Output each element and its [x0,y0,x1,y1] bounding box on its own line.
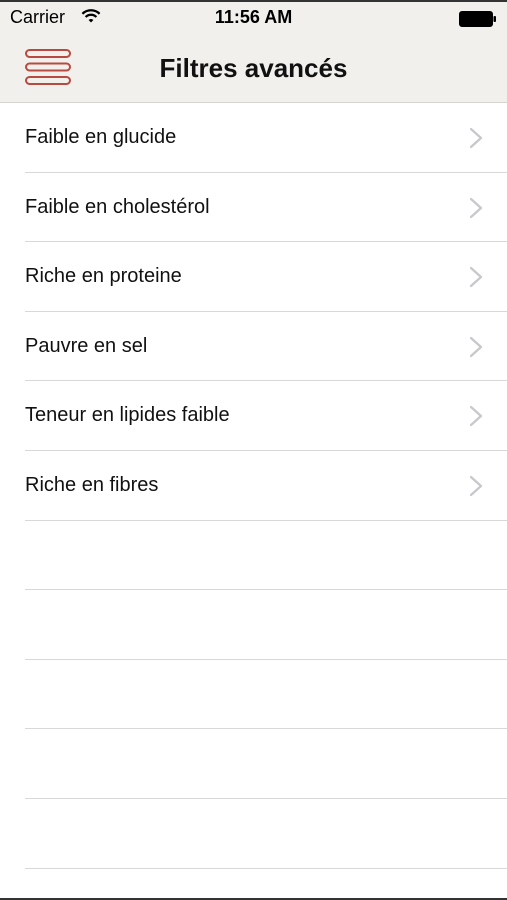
filter-item-label: Faible en cholestérol [25,195,210,218]
filter-item-label: Teneur en lipides faible [25,404,230,427]
empty-row [0,660,507,730]
battery-icon [459,11,496,27]
filter-item-high-protein[interactable]: Riche en proteine [0,242,507,312]
chevron-right-icon [469,406,483,427]
filter-item-low-salt[interactable]: Pauvre en sel [0,312,507,382]
empty-row [0,521,507,591]
filter-item-label: Pauvre en sel [25,334,148,357]
chevron-right-icon [469,127,483,149]
filter-item-label: Riche en fibres [25,473,159,496]
chevron-right-icon [469,267,483,288]
empty-row [0,729,507,799]
filter-item-low-carb[interactable]: Faible en glucide [0,103,507,173]
filter-item-low-fat[interactable]: Teneur en lipides faible [0,381,507,451]
filter-item-label: Faible en glucide [25,126,177,148]
chevron-right-icon [469,475,483,497]
page-title: Filtres avancés [159,53,348,83]
filter-item-low-cholesterol[interactable]: Faible en cholestérol [0,173,507,243]
filter-item-label: Riche en proteine [25,265,182,288]
status-bar: Carrier 11:56 AM [0,0,507,34]
empty-row [0,590,507,660]
filter-item-high-fiber[interactable]: Riche en fibres [0,451,507,521]
navigation-bar: Filtres avancés [0,34,507,103]
chevron-right-icon [469,336,483,357]
filter-list: Faible en glucide Faible en cholestérol … [0,103,507,869]
empty-row [0,799,507,869]
chevron-right-icon [469,197,483,218]
status-time: 11:56 AM [214,7,293,27]
